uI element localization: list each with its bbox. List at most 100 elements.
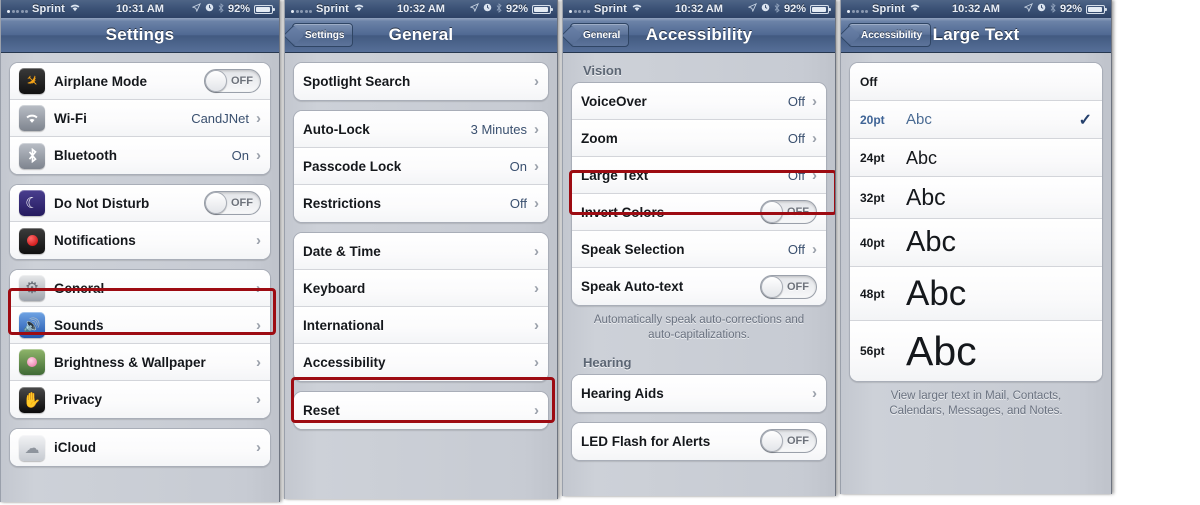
accessibility-row-hearing-aids[interactable]: Hearing Aids › — [572, 374, 826, 412]
large-text-list[interactable]: Off 20pt Abc ✓ 24pt Abc 32pt Abc 40pt Ab… — [841, 53, 1111, 494]
speak-auto-text-toggle[interactable]: OFF — [760, 274, 817, 299]
settings-row-notifications[interactable]: Notifications › — [10, 222, 270, 259]
accessibility-row-speak-selection[interactable]: Speak Selection Off › — [572, 231, 826, 268]
general-list[interactable]: Spotlight Search › Auto-Lock 3 Minutes ›… — [285, 53, 557, 499]
accessibility-row-large-text[interactable]: Large Text Off › — [572, 157, 826, 194]
general-row-international[interactable]: International › — [294, 307, 548, 344]
settings-row-general[interactable]: ⚙ General › — [10, 270, 270, 307]
signal-strength-icon — [569, 5, 590, 13]
status-bar-left: Sprint — [7, 3, 81, 15]
row-label: Large Text — [581, 167, 649, 183]
option-size-label: 48pt — [860, 286, 885, 301]
nav-bar: Accessibility Large Text — [841, 18, 1111, 53]
accessibility-group-led-flash: LED Flash for Alerts OFF — [571, 421, 827, 461]
general-row-passcode-lock[interactable]: Passcode Lock On › — [294, 148, 548, 185]
status-bar-right: 92% — [1023, 2, 1107, 16]
accessibility-row-zoom[interactable]: Zoom Off › — [572, 120, 826, 157]
signal-strength-icon — [291, 5, 312, 13]
general-row-restrictions[interactable]: Restrictions Off › — [294, 185, 548, 222]
chevron-right-icon: › — [534, 402, 539, 419]
alarm-clock-icon — [761, 3, 770, 15]
status-bar: Sprint 10:31 AM 92% — [1, 0, 279, 18]
general-row-reset[interactable]: Reset › — [294, 392, 548, 429]
large-text-row-20pt[interactable]: 20pt Abc ✓ — [850, 101, 1102, 139]
large-text-row-off[interactable]: Off — [850, 63, 1102, 101]
row-label: Notifications — [54, 233, 136, 248]
signal-strength-icon — [7, 5, 28, 13]
general-row-keyboard[interactable]: Keyboard › — [294, 270, 548, 307]
row-label: Speak Auto-text — [581, 279, 684, 294]
general-row-auto-lock[interactable]: Auto-Lock 3 Minutes › — [294, 111, 548, 148]
general-row-date-time[interactable]: Date & Time › — [294, 233, 548, 270]
location-arrow-icon — [747, 3, 757, 15]
option-sample-text: Abc — [906, 147, 938, 168]
status-bar-left: Sprint — [569, 3, 643, 15]
general-group-preferences: Date & Time › Keyboard › International ›… — [293, 232, 549, 382]
accessibility-row-invert-colors[interactable]: Invert Colors OFF — [572, 194, 826, 231]
settings-list[interactable]: ✈ Airplane Mode OFF Wi-Fi CandJNet › Blu… — [1, 53, 279, 502]
general-group-spotlight: Spotlight Search › — [293, 62, 549, 101]
back-button-accessibility[interactable]: Accessibility — [848, 23, 932, 47]
settings-row-privacy[interactable]: ✋ Privacy › — [10, 381, 270, 418]
row-label: Brightness & Wallpaper — [54, 354, 206, 370]
toggle-knob — [761, 430, 783, 453]
settings-row-wifi[interactable]: Wi-Fi CandJNet › — [10, 100, 270, 137]
settings-group-icloud: ☁ iCloud › — [9, 428, 271, 467]
settings-group-notifications: ☾ Do Not Disturb OFF Notifications › — [9, 184, 271, 260]
row-value: Off — [787, 167, 805, 183]
wifi-icon — [353, 3, 365, 15]
row-label: Wi-Fi — [54, 110, 87, 126]
chevron-right-icon: › — [256, 109, 261, 127]
led-flash-toggle[interactable]: OFF — [760, 429, 817, 454]
section-header-vision: Vision — [583, 63, 622, 78]
back-button-settings[interactable]: Settings — [292, 23, 354, 47]
chevron-right-icon: › — [256, 439, 261, 456]
row-value: Off — [509, 196, 527, 211]
general-row-spotlight-search[interactable]: Spotlight Search › — [294, 63, 548, 100]
wifi-icon — [631, 3, 643, 15]
general-row-accessibility[interactable]: Accessibility › — [294, 344, 548, 381]
back-button-general[interactable]: General — [570, 23, 630, 47]
section-footer-vision: Automatically speak auto-corrections and… — [593, 314, 805, 341]
large-text-row-56pt[interactable]: 56pt Abc — [850, 321, 1102, 381]
notifications-icon — [19, 227, 45, 254]
option-size-label: 40pt — [860, 235, 885, 250]
screenshot-stage: Sprint 10:31 AM 92% Settings ✈ Airplane … — [0, 0, 1200, 505]
accessibility-row-speak-auto-text[interactable]: Speak Auto-text OFF — [572, 268, 826, 305]
settings-row-bluetooth[interactable]: Bluetooth On › — [10, 137, 270, 174]
option-size-label: 24pt — [860, 150, 885, 165]
settings-row-brightness-wallpaper[interactable]: Brightness & Wallpaper › — [10, 344, 270, 381]
row-label: Privacy — [54, 392, 103, 407]
status-bar-right: 92% — [469, 2, 553, 16]
option-sample-text: Abc — [906, 274, 967, 313]
chevron-right-icon: › — [534, 73, 539, 90]
large-text-row-48pt[interactable]: 48pt Abc — [850, 267, 1102, 321]
bluetooth-icon — [19, 142, 45, 169]
accessibility-row-led-flash-for-alerts[interactable]: LED Flash for Alerts OFF — [572, 422, 826, 460]
accessibility-row-voiceover[interactable]: VoiceOver Off › — [572, 83, 826, 120]
large-text-row-32pt[interactable]: 32pt Abc — [850, 177, 1102, 219]
settings-row-do-not-disturb[interactable]: ☾ Do Not Disturb OFF — [10, 185, 270, 222]
toggle-knob — [761, 275, 783, 298]
row-label: Spotlight Search — [303, 74, 411, 89]
large-text-row-24pt[interactable]: 24pt Abc — [850, 139, 1102, 177]
airplane-mode-toggle[interactable]: OFF — [204, 69, 261, 93]
do-not-disturb-toggle[interactable]: OFF — [204, 191, 261, 215]
settings-row-icloud[interactable]: ☁ iCloud › — [10, 429, 270, 466]
row-label: Restrictions — [303, 196, 382, 211]
location-arrow-icon — [469, 3, 479, 15]
chevron-right-icon: › — [534, 354, 539, 371]
chevron-right-icon: › — [256, 316, 261, 334]
carrier-label: Sprint — [872, 3, 905, 15]
invert-colors-toggle[interactable]: OFF — [760, 200, 817, 224]
row-label: Hearing Aids — [581, 385, 664, 401]
settings-row-sounds[interactable]: 🔊 Sounds › — [10, 307, 270, 344]
settings-row-airplane-mode[interactable]: ✈ Airplane Mode OFF — [10, 63, 270, 100]
back-button-label: General — [583, 29, 621, 41]
accessibility-list[interactable]: Vision VoiceOver Off › Zoom Off › Large … — [563, 53, 835, 496]
chevron-right-icon: › — [534, 195, 539, 212]
row-label: Speak Selection — [581, 241, 685, 257]
status-bar-left: Sprint — [291, 3, 365, 15]
battery-icon — [532, 4, 553, 14]
large-text-row-40pt[interactable]: 40pt Abc — [850, 219, 1102, 267]
